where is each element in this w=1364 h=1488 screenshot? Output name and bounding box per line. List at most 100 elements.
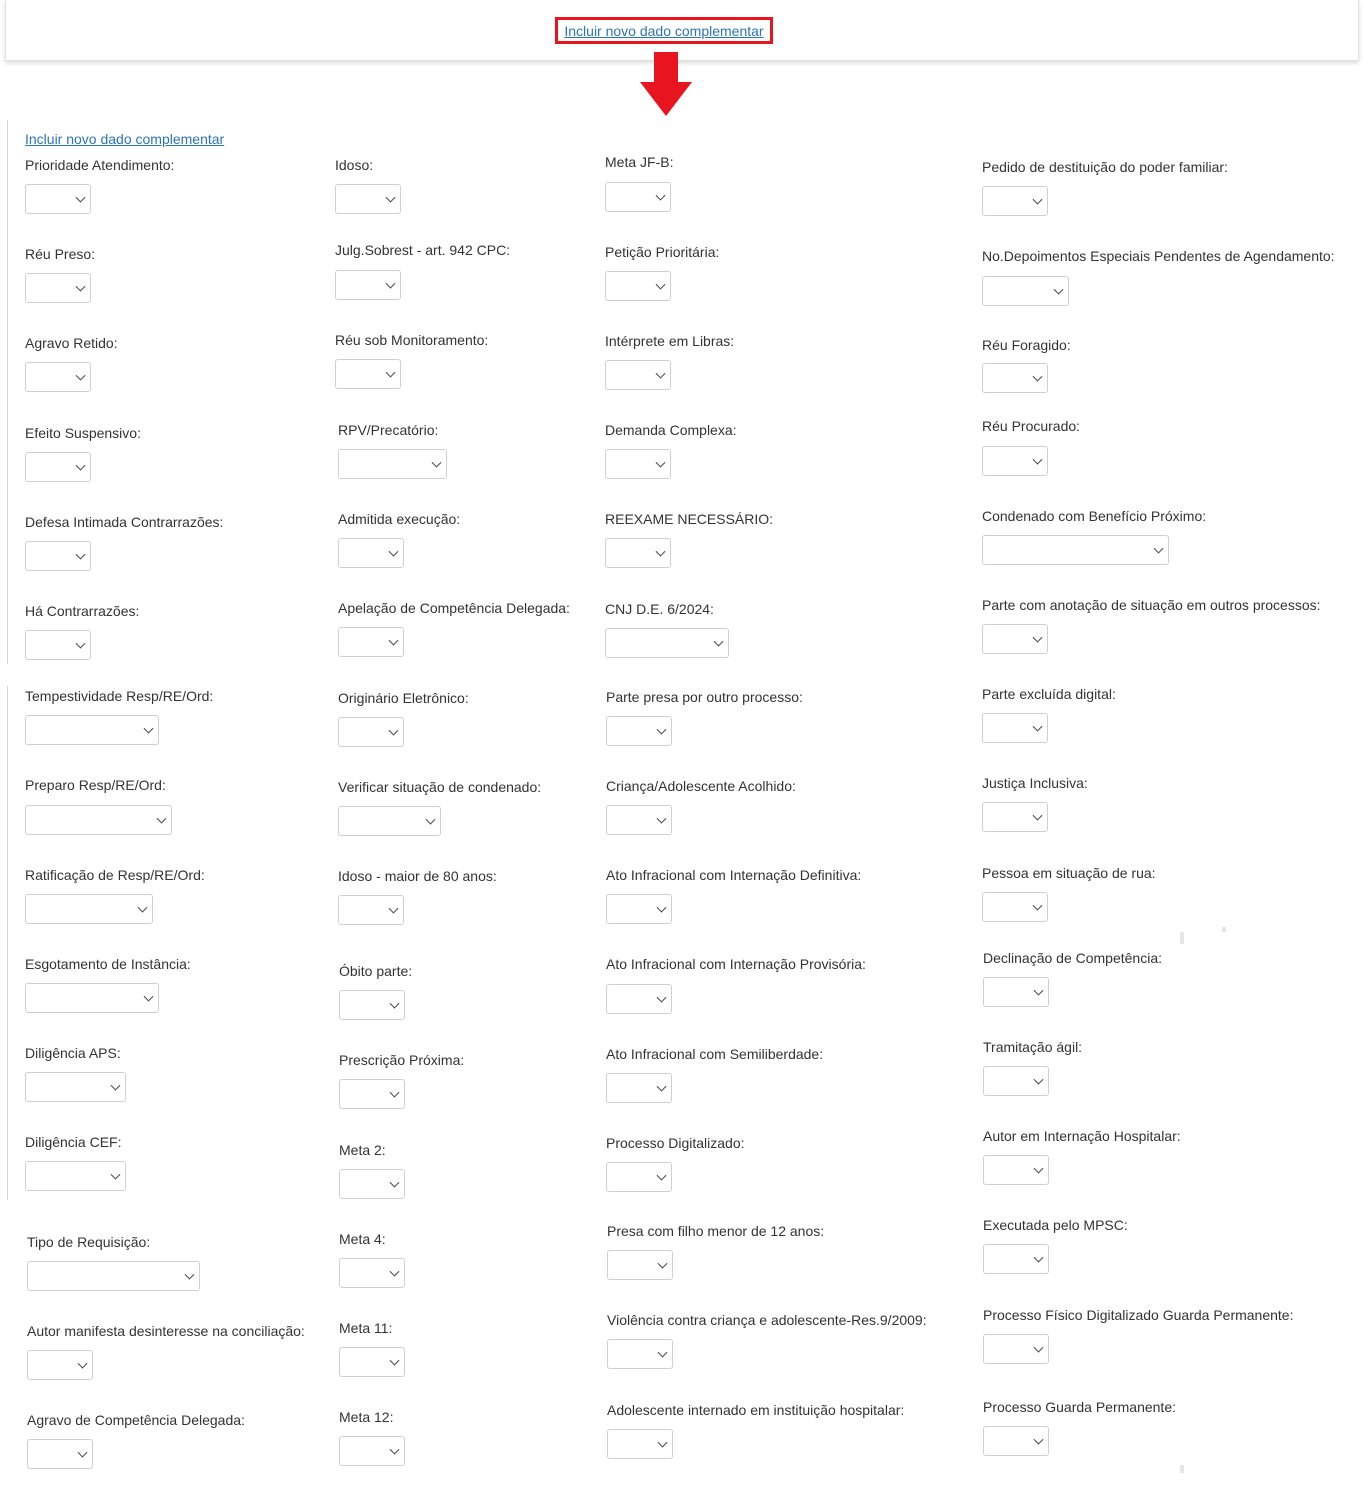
field-12-select[interactable] (982, 363, 1048, 393)
chevron-down-icon (77, 1447, 88, 1458)
include-complementary-data-link[interactable]: Incluir novo dado complementar (25, 131, 224, 147)
chevron-down-icon (656, 724, 667, 735)
field-13-select[interactable] (25, 452, 91, 482)
field-11-select[interactable] (605, 360, 671, 390)
field-28-select[interactable] (982, 713, 1048, 743)
field-1-select[interactable] (25, 184, 91, 214)
field-44-select[interactable] (983, 1066, 1049, 1096)
highlight-box: Incluir novo dado complementar (555, 17, 773, 44)
field-24-select[interactable] (982, 624, 1048, 654)
field-55-select[interactable] (607, 1339, 673, 1369)
field-60-select[interactable] (983, 1426, 1049, 1456)
chevron-down-icon (656, 1081, 667, 1092)
left-border (7, 686, 8, 1200)
field-60-label: Processo Guarda Permanente: (983, 1399, 1176, 1415)
field-39-select[interactable] (606, 984, 672, 1014)
field-37-select[interactable] (25, 983, 159, 1013)
field-45-select[interactable] (25, 1161, 126, 1191)
field-19-select[interactable] (605, 538, 671, 568)
field-43-label: Ato Infracional com Semiliberdade: (606, 1046, 824, 1062)
field-6-select[interactable] (335, 270, 401, 300)
chevron-down-icon (75, 638, 86, 649)
field-44-label: Tramitação ágil: (983, 1039, 1083, 1055)
field-27-select[interactable] (606, 716, 672, 746)
chevron-down-icon (385, 192, 396, 203)
chevron-down-icon (389, 1087, 400, 1098)
field-26-select[interactable] (338, 717, 404, 747)
field-31-select[interactable] (606, 805, 672, 835)
field-22-select[interactable] (338, 627, 404, 657)
field-52-label: Executada pelo MPSC: (983, 1217, 1128, 1233)
field-49-select[interactable] (27, 1261, 200, 1291)
field-47-select[interactable] (606, 1162, 672, 1192)
chevron-down-icon (388, 903, 399, 914)
chevron-down-icon (388, 546, 399, 557)
field-41-select[interactable] (25, 1072, 126, 1102)
field-46-select[interactable] (339, 1169, 405, 1199)
artifact (1222, 927, 1226, 932)
field-7-select[interactable] (605, 271, 671, 301)
field-9-select[interactable] (25, 362, 91, 392)
chevron-down-icon (389, 1355, 400, 1366)
field-2-select[interactable] (335, 184, 401, 214)
field-53-label: Autor manifesta desinteresse na concilia… (27, 1323, 305, 1339)
field-10-select[interactable] (335, 359, 401, 389)
field-59-select[interactable] (607, 1429, 673, 1459)
chevron-down-icon (156, 813, 167, 824)
field-36-select[interactable] (982, 892, 1048, 922)
field-53-select[interactable] (27, 1350, 93, 1380)
field-33-select[interactable] (25, 894, 153, 924)
field-16-select[interactable] (982, 446, 1048, 476)
field-3-select[interactable] (605, 182, 671, 212)
field-4-select[interactable] (982, 186, 1048, 216)
field-3-label: Meta JF-B: (605, 154, 674, 170)
field-43-select[interactable] (606, 1073, 672, 1103)
field-6-label: Julg.Sobrest - art. 942 CPC: (335, 242, 511, 258)
chevron-down-icon (1032, 900, 1043, 911)
field-11-label: Intérprete em Libras: (605, 333, 735, 349)
field-30-label: Verificar situação de condenado: (338, 779, 542, 795)
field-5-select[interactable] (25, 273, 91, 303)
field-24-label: Parte com anotação de situação em outros… (982, 597, 1321, 613)
field-42-select[interactable] (339, 1079, 405, 1109)
field-40-select[interactable] (983, 977, 1049, 1007)
field-8-select[interactable] (982, 276, 1069, 306)
field-21-select[interactable] (25, 630, 91, 660)
chevron-down-icon (657, 1347, 668, 1358)
field-25-select[interactable] (25, 715, 159, 745)
field-58-select[interactable] (339, 1436, 405, 1466)
field-32-label: Justiça Inclusiva: (982, 775, 1088, 791)
field-32-select[interactable] (982, 802, 1048, 832)
field-45-label: Diligência CEF: (25, 1134, 122, 1150)
field-48-select[interactable] (983, 1155, 1049, 1185)
field-29-label: Preparo Resp/RE/Ord: (25, 777, 166, 793)
field-51-select[interactable] (607, 1250, 673, 1280)
include-complementary-data-link-top[interactable]: Incluir novo dado complementar (564, 23, 763, 39)
chevron-down-icon (75, 460, 86, 471)
field-52-select[interactable] (983, 1244, 1049, 1274)
field-42-label: Prescrição Próxima: (339, 1052, 465, 1068)
field-56-select[interactable] (983, 1334, 1049, 1364)
field-13-label: Efeito Suspensivo: (25, 425, 141, 441)
field-30-select[interactable] (338, 806, 441, 836)
field-23-select[interactable] (605, 628, 729, 658)
chevron-down-icon (1033, 1342, 1044, 1353)
field-17-select[interactable] (25, 541, 91, 571)
field-35-select[interactable] (606, 894, 672, 924)
field-18-select[interactable] (338, 538, 404, 568)
field-20-select[interactable] (982, 535, 1169, 565)
chevron-down-icon (1033, 1074, 1044, 1085)
chevron-down-icon (1033, 1252, 1044, 1263)
field-14-select[interactable] (338, 449, 447, 479)
chevron-down-icon (1032, 194, 1043, 205)
field-15-select[interactable] (605, 449, 671, 479)
field-57-select[interactable] (27, 1439, 93, 1469)
field-57-label: Agravo de Competência Delegada: (27, 1412, 245, 1428)
field-38-select[interactable] (339, 990, 405, 1020)
field-50-select[interactable] (339, 1258, 405, 1288)
field-34-select[interactable] (338, 895, 404, 925)
chevron-down-icon (143, 991, 154, 1002)
chevron-down-icon (425, 814, 436, 825)
field-29-select[interactable] (25, 805, 172, 835)
field-54-select[interactable] (339, 1347, 405, 1377)
